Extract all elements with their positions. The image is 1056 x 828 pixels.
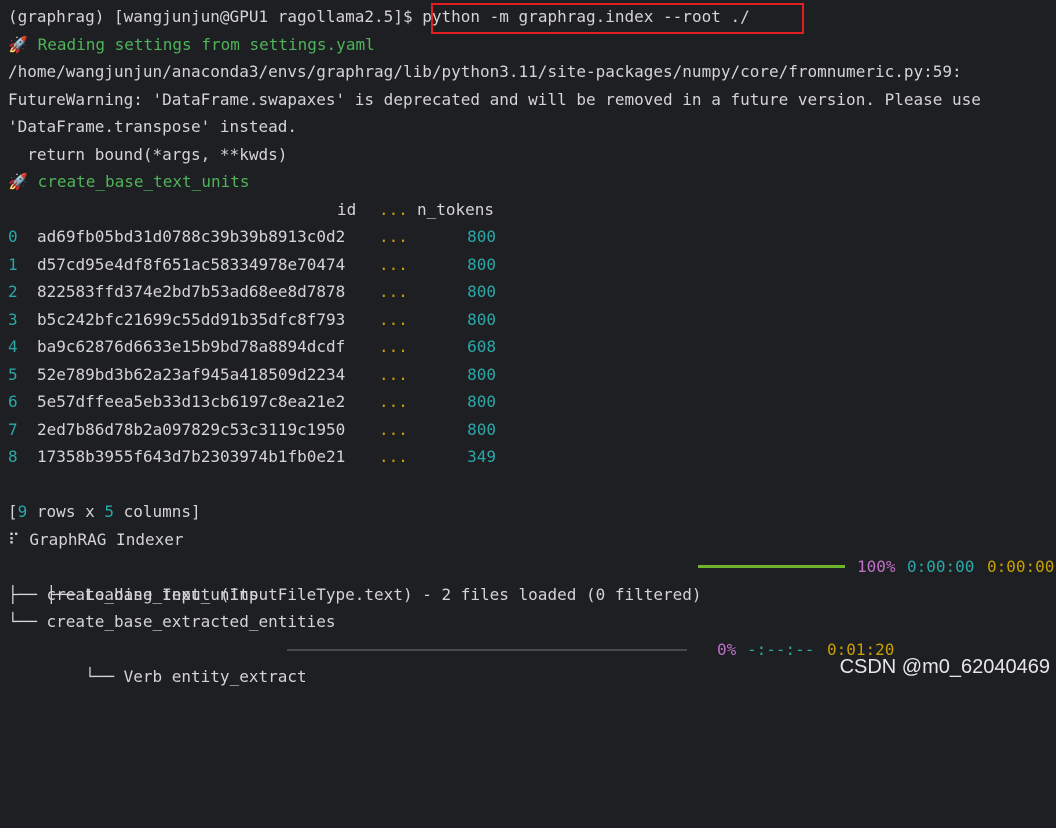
- table-row: 5 52e789bd3b62a23af945a418509d2234... 800: [8, 361, 1056, 389]
- table-body: 0 ad69fb05bd31d0788c39b39b8913c0d2... 800 1…: [8, 223, 1056, 471]
- row-index: 5: [8, 364, 18, 384]
- row-index: 2: [8, 282, 18, 301]
- warning-path-line: /home/wangjunjun/anaconda3/envs/graphrag…: [8, 62, 962, 81]
- verb-eta: -:--:--: [747, 639, 815, 659]
- table-row: 2 822583ffd374e2bd7b53ad68ee8d7878... 800: [8, 278, 1056, 306]
- workflow-line: 🚀 create_base_text_units: [8, 168, 1056, 196]
- row-n-tokens: 800: [467, 254, 496, 274]
- warning-message-line-cont: 'DataFrame.transpose' instead.: [8, 117, 297, 136]
- row-ellipsis: ...: [379, 364, 408, 384]
- terminal-output: (graphrag) [wangjunjun@GPU1 ragollama2.5…: [8, 3, 1056, 686]
- row-ellipsis: ...: [379, 392, 408, 411]
- row-index: 3: [8, 309, 18, 329]
- row-count: 9: [17, 502, 28, 521]
- row-index: 1: [8, 254, 18, 274]
- row-n-tokens: 800: [467, 282, 496, 301]
- tree-item-text-units: ├── create_base_text_units: [8, 584, 259, 604]
- table-row: 4 ba9c62876d6633e15b9bd78a8894dcdf... 608: [8, 333, 1056, 361]
- header-id: id: [337, 199, 357, 219]
- row-id: 822583ffd374e2bd7b53ad68ee8d7878: [37, 282, 346, 301]
- row-ellipsis: ...: [379, 254, 408, 274]
- row-ellipsis: ...: [379, 309, 408, 329]
- column-count: 5: [104, 502, 114, 521]
- table-summary: [9 rows x 5 columns]: [8, 502, 201, 521]
- row-ellipsis: ...: [379, 419, 408, 439]
- tree-item-loading-input: ├── Loading Input (InputFileType.text) -…: [8, 553, 1056, 604]
- row-id: d57cd95e4df8f651ac58334978e70474: [37, 254, 346, 274]
- verb-percent: 0%: [717, 639, 737, 659]
- row-index: 8: [8, 447, 18, 466]
- row-n-tokens: 800: [467, 364, 496, 384]
- verb-label: Verb entity_extract: [123, 667, 307, 686]
- loading-elapsed: 0:00:00: [907, 557, 975, 576]
- row-n-tokens: 349: [467, 447, 496, 466]
- workflow-name: create_base_text_units: [37, 172, 250, 191]
- row-ellipsis: ...: [379, 282, 408, 301]
- row-ellipsis: ...: [379, 227, 408, 246]
- row-id: ba9c62876d6633e15b9bd78a8894dcdf: [37, 337, 346, 356]
- row-id: b5c242bfc21699c55dd91b35dfc8f793: [37, 309, 346, 329]
- rocket-icon: 🚀: [8, 34, 28, 54]
- table-row: 8 17358b3955f643d7b2303974b1fb0e21... 349: [8, 443, 1056, 471]
- reading-settings-text: Reading settings from settings.yaml: [37, 34, 375, 54]
- loading-remaining: 0:00:00: [987, 557, 1055, 576]
- row-n-tokens: 800: [467, 309, 496, 329]
- extracted-entities-label: create_base_extracted_entities: [46, 612, 336, 631]
- warning-message-line: FutureWarning: 'DataFrame.swapaxes' is d…: [8, 89, 981, 109]
- verb-progress-bar: [287, 648, 687, 651]
- row-n-tokens: 800: [467, 227, 496, 246]
- header-ellipsis: ...: [379, 199, 408, 219]
- spinner-icon: ⠏: [8, 529, 20, 549]
- row-index: 6: [8, 392, 18, 411]
- table-row: 6 5e57dffeea5eb33d13cb6197c8ea21e2... 800: [8, 388, 1056, 416]
- row-id: 17358b3955f643d7b2303974b1fb0e21: [37, 447, 346, 466]
- indexer-title-line: ⠏ GraphRAG Indexer: [8, 526, 1056, 554]
- row-id: 52e789bd3b62a23af945a418509d2234: [37, 364, 346, 384]
- row-n-tokens: 608: [467, 337, 496, 356]
- watermark: CSDN @m0_62040469: [839, 656, 1050, 678]
- indexer-title: GraphRAG Indexer: [29, 529, 184, 549]
- table-row: 3 b5c242bfc21699c55dd91b35dfc8f793... 800: [8, 306, 1056, 334]
- row-ellipsis: ...: [379, 447, 408, 466]
- row-ellipsis: ...: [379, 337, 408, 356]
- loading-progress-bar: [698, 565, 845, 568]
- shell-prompt: (graphrag) [wangjunjun@GPU1 ragollama2.5…: [8, 7, 423, 26]
- row-id: 5e57dffeea5eb33d13cb6197c8ea21e2: [37, 392, 346, 411]
- tree-item-extracted-entities: └── create_base_extracted_entities: [8, 612, 336, 631]
- row-index: 0: [8, 227, 18, 246]
- command-highlight-box: [431, 3, 804, 34]
- header-n-tokens: n_tokens: [417, 199, 495, 219]
- table-row: 0 ad69fb05bd31d0788c39b39b8913c0d2... 800: [8, 223, 1056, 251]
- rocket-icon: 🚀: [8, 172, 28, 191]
- row-index: 4: [8, 337, 18, 356]
- reading-settings-line: 🚀 Reading settings from settings.yaml: [8, 31, 1056, 59]
- text-units-label: create_base_text_units: [46, 584, 259, 604]
- row-id: 2ed7b86d78b2a097829c53c3119c1950: [37, 419, 346, 439]
- row-n-tokens: 800: [467, 419, 496, 439]
- table-row: 7 2ed7b86d78b2a097829c53c3119c1950... 800: [8, 416, 1056, 444]
- row-id: ad69fb05bd31d0788c39b39b8913c0d2: [37, 227, 346, 246]
- row-index: 7: [8, 419, 18, 439]
- table-row: 1 d57cd95e4df8f651ac58334978e70474... 800: [8, 251, 1056, 279]
- table-header: id ... n_tokens: [8, 196, 1056, 224]
- warning-return-line: return bound(*args, **kwds): [8, 144, 288, 164]
- loading-percent: 100%: [857, 557, 896, 576]
- row-n-tokens: 800: [467, 392, 496, 411]
